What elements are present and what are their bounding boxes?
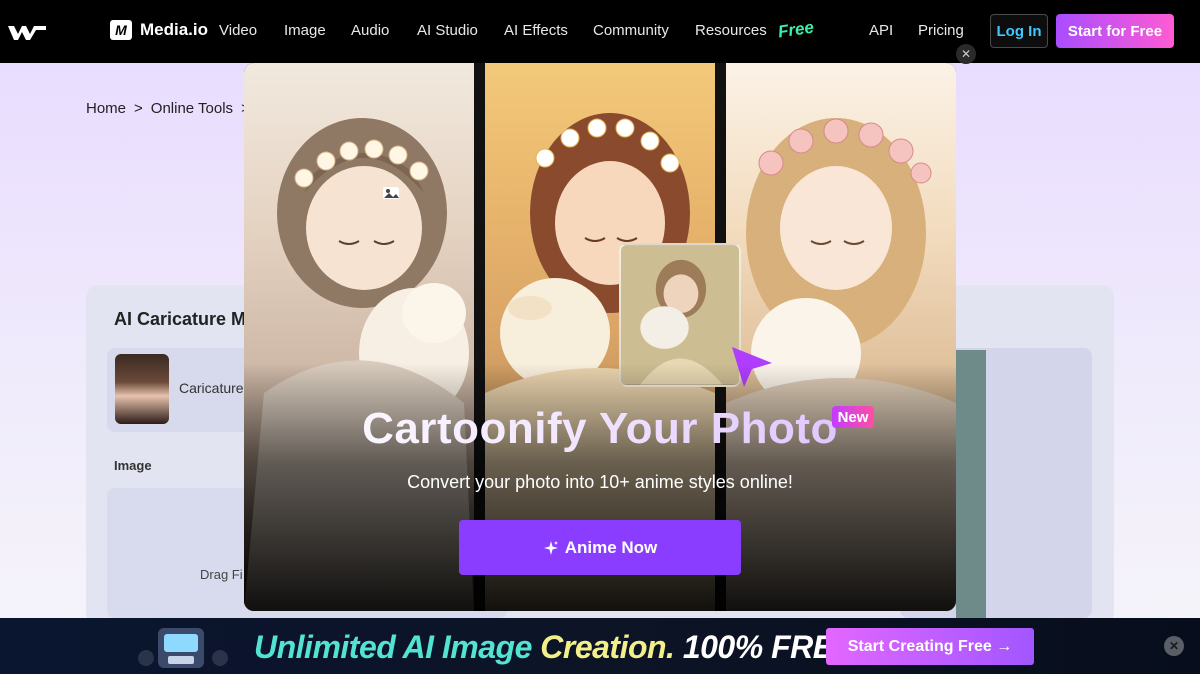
nav-ai-effects[interactable]: AI Effects [504,22,568,39]
nav-api[interactable]: API [869,22,893,39]
sparkle-icon [543,540,558,555]
modal-subtitle: Convert your photo into 10+ anime styles… [407,472,793,492]
banner-headline-part-1: Unlimited AI Image [254,629,541,665]
new-badge: New [832,406,874,428]
nav-resources[interactable]: Resources [695,22,767,39]
close-icon[interactable]: ✕ [956,44,976,64]
banner-headline-part-2: Creation. [540,629,675,665]
breadcrumb-home[interactable]: Home [86,100,126,117]
breadcrumb-online-tools[interactable]: Online Tools [151,100,233,117]
nav-ai-studio[interactable]: AI Studio [417,22,478,39]
banner-close-icon[interactable]: ✕ [1164,636,1184,656]
login-button[interactable]: Log In [990,14,1048,48]
top-nav: M Media.io Video Image Audio AI Studio A… [0,0,1200,63]
nav-audio[interactable]: Audio [351,22,389,39]
image-section-label: Image [114,458,152,473]
brand-name: Media.io [140,20,209,39]
anime-now-label: Anime Now [564,537,658,557]
nav-image[interactable]: Image [284,22,326,39]
photo-icon [383,187,399,199]
start-free-button[interactable]: Start for Free [1056,14,1174,48]
tool-title: AI Caricature M [114,309,247,329]
brand-logo[interactable]: M Media.io [110,20,208,40]
anime-now-button[interactable]: Anime Now [459,520,741,575]
drop-zone-text: Drag Fi [200,567,243,582]
caricature-style-thumbnail [115,354,169,424]
free-tag: Free [776,17,815,42]
style-label: Caricature [179,380,244,396]
robot-artwork-icon [138,628,228,668]
breadcrumb: Home > Online Tools > [86,100,250,117]
nav-video[interactable]: Video [219,22,257,39]
nav-pricing[interactable]: Pricing [918,22,964,39]
banner-headline: Unlimited AI Image Creation. 100% FREE! [254,629,865,666]
preview-image [956,350,986,618]
media-io-logo-icon: M [110,20,132,40]
start-creating-free-button[interactable]: Start Creating Free → [826,628,1034,665]
breadcrumb-separator: > [134,100,143,117]
wondershare-logo-icon[interactable] [8,22,46,42]
nav-community[interactable]: Community [593,22,669,39]
cartoonify-popup: Cartoonify Your Photo New Convert your p… [244,63,956,611]
